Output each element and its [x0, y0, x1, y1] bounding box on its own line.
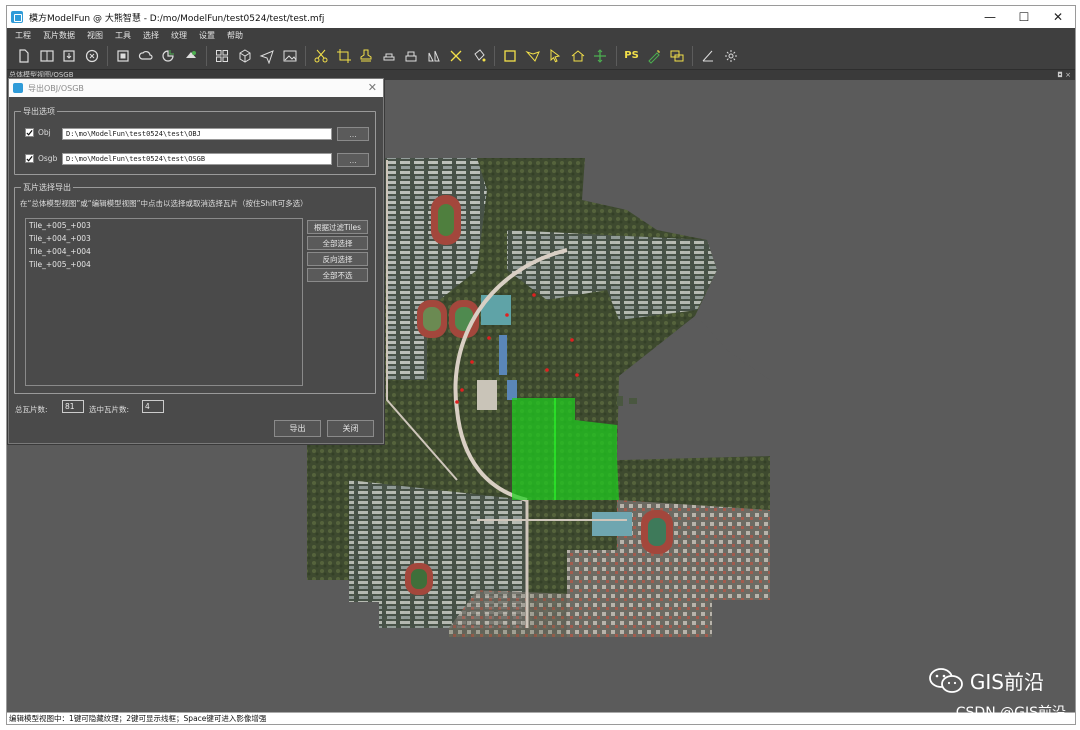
grid-icon[interactable] [211, 45, 233, 67]
osgb-checkbox[interactable] [25, 154, 34, 163]
open-split-icon[interactable] [36, 45, 58, 67]
plane-icon[interactable] [256, 45, 278, 67]
select-all-button[interactable]: 全部选择 [307, 236, 368, 250]
osgb-option-row: Osgb [25, 154, 57, 163]
menu-select[interactable]: 选择 [137, 30, 165, 41]
wechat-icon [929, 667, 963, 693]
tile-select-group: 瓦片选择导出 在“总体模型视图”或“编辑模型视图”中点击以选择或取消选择瓦片（按… [14, 182, 376, 394]
select-poly-icon[interactable] [522, 45, 544, 67]
obj-path-field[interactable]: D:\mo\ModelFun\test0524\test\OBJ [62, 128, 332, 140]
toolbar-separator [615, 45, 617, 66]
list-item[interactable]: Tile_+005_+003 [26, 219, 302, 232]
watermark-brand-text: GIS前沿 [969, 670, 1044, 694]
view-float-controls[interactable]: ◘ × [1057, 70, 1071, 80]
selected-tiles-value: 4 [142, 400, 164, 413]
export-options-group: 导出选项 Obj D:\mo\ModelFun\test0524\test\OB… [14, 106, 376, 175]
osgb-path-field[interactable]: D:\mo\ModelFun\test0524\test\OSGB [62, 153, 332, 165]
export-button[interactable]: 导出 [274, 420, 321, 437]
main-toolbar: PS [7, 42, 1075, 70]
close-window-button[interactable]: ✕ [1041, 6, 1075, 28]
menu-project[interactable]: 工程 [9, 30, 37, 41]
dialog-close-icon[interactable]: ✕ [368, 81, 377, 94]
list-item[interactable]: Tile_+005_+004 [26, 258, 302, 271]
image-icon[interactable] [279, 45, 301, 67]
obj-label: Obj [38, 128, 51, 137]
selected-tiles-label: 选中瓦片数: [89, 405, 130, 414]
home-icon[interactable] [567, 45, 589, 67]
obj-checkbox[interactable] [25, 128, 34, 137]
bucket-icon[interactable] [468, 45, 490, 67]
settings-icon[interactable] [720, 45, 742, 67]
window-controls: — ☐ ✕ [973, 6, 1075, 28]
obj-browse-button[interactable]: ... [337, 127, 369, 141]
toolbar-separator [692, 45, 693, 66]
select-rect-icon[interactable] [499, 45, 521, 67]
toolbar-separator [206, 45, 207, 66]
total-tiles-label: 总瓦片数: [15, 405, 48, 414]
dialog-title: 导出OBJ/OSGB [28, 83, 84, 93]
stop-square-icon[interactable] [112, 45, 134, 67]
total-tiles-value: 81 [62, 400, 84, 413]
render-icon[interactable] [180, 45, 202, 67]
tile-select-hint: 在“总体模型视图”或“编辑模型视图”中点击以选择或取消选择瓦片（按住Shift可… [20, 199, 308, 208]
toolbar-separator [494, 45, 495, 66]
cloud-icon[interactable] [135, 45, 157, 67]
osgb-label: Osgb [38, 154, 58, 163]
menu-settings[interactable]: 设置 [193, 30, 221, 41]
tile-select-title: 瓦片选择导出 [21, 182, 73, 193]
flip-icon[interactable] [423, 45, 445, 67]
status-bar: 编辑模型视图中：1键可隐藏纹理；2键可显示线框；Space键可进入影像增强 [7, 712, 1075, 724]
window-title: 模方ModelFun @ 大熊智慧 - D:/mo/ModelFun/test0… [29, 13, 325, 24]
close-circle-icon[interactable] [81, 45, 103, 67]
menu-view[interactable]: 视图 [81, 30, 109, 41]
title-bar: 模方ModelFun @ 大熊智慧 - D:/mo/ModelFun/test0… [7, 6, 1075, 28]
mirror-x-icon[interactable] [445, 45, 467, 67]
pointer-icon[interactable] [544, 45, 566, 67]
osgb-browse-button[interactable]: ... [337, 153, 369, 167]
watermark-brand: GIS前沿 [928, 666, 1044, 695]
dialog-title-bar: 导出OBJ/OSGB ✕ [9, 79, 383, 97]
filter-tiles-button[interactable]: 根据过滤Tiles [307, 220, 368, 234]
menu-bar: 工程 瓦片数据 视图 工具 选择 纹理 设置 帮助 [7, 28, 1075, 42]
app-logo-icon [11, 11, 23, 23]
list-item[interactable]: Tile_+004_+004 [26, 245, 302, 258]
menu-help[interactable]: 帮助 [221, 30, 249, 41]
angle-icon[interactable] [697, 45, 719, 67]
scissors-icon[interactable] [310, 45, 332, 67]
menu-tools[interactable]: 工具 [109, 30, 137, 41]
export-dialog: 导出OBJ/OSGB ✕ 导出选项 Obj D:\mo\ModelFun\tes… [8, 78, 384, 444]
toolbar-separator [107, 45, 108, 66]
dialog-app-icon [13, 83, 23, 93]
invert-selection-button[interactable]: 反向选择 [307, 252, 368, 266]
model-pie-icon[interactable] [157, 45, 179, 67]
tile-list[interactable]: Tile_+005_+003 Tile_+004_+003 Tile_+004_… [25, 218, 303, 386]
obj-option-row: Obj [25, 128, 51, 137]
minimize-button[interactable]: — [973, 6, 1007, 28]
menu-texture[interactable]: 纹理 [165, 30, 193, 41]
export-options-title: 导出选项 [21, 106, 57, 117]
toolbar-separator [305, 45, 306, 66]
eraser-icon[interactable] [378, 45, 400, 67]
watermark-source: CSDN @GIS前沿 [955, 705, 1066, 721]
crop-icon[interactable] [333, 45, 355, 67]
menu-tile-data[interactable]: 瓦片数据 [37, 30, 81, 41]
cube-icon[interactable] [234, 45, 256, 67]
move-icon[interactable] [589, 45, 611, 67]
import-icon[interactable] [58, 45, 80, 67]
list-item[interactable]: Tile_+004_+003 [26, 232, 302, 245]
new-file-icon[interactable] [13, 45, 35, 67]
ps-label: PS [624, 50, 639, 61]
layers-icon[interactable] [666, 45, 688, 67]
stamp-icon[interactable] [355, 45, 377, 67]
print-icon[interactable] [400, 45, 422, 67]
close-dialog-button[interactable]: 关闭 [327, 420, 374, 437]
magic-icon[interactable] [643, 45, 665, 67]
ps-icon[interactable]: PS [621, 45, 643, 67]
select-none-button[interactable]: 全部不选 [307, 268, 368, 282]
maximize-button[interactable]: ☐ [1007, 6, 1041, 28]
